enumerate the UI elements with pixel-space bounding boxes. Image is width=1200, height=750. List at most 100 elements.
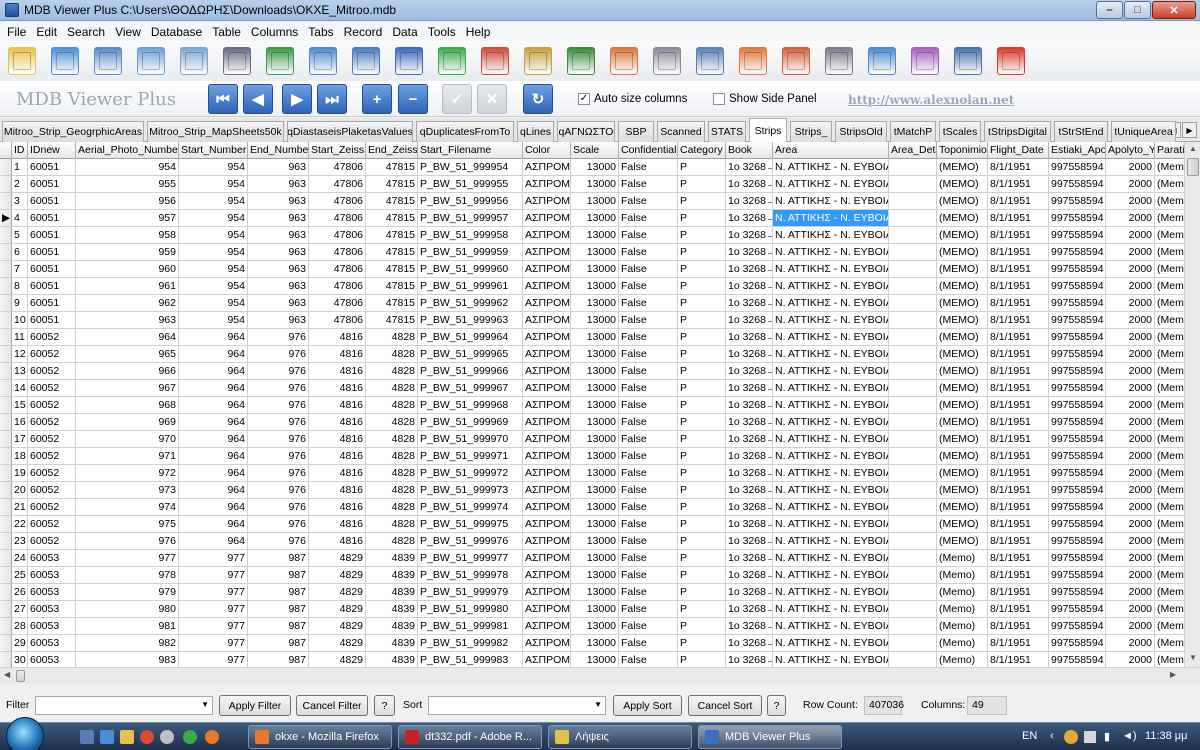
table-cell[interactable]: 2000 (1106, 295, 1155, 312)
post-edit-button[interactable]: ✓ (442, 84, 472, 114)
table-cell[interactable]: P_BW_51_999981 (418, 618, 523, 635)
table-cell[interactable]: P_BW_51_999982 (418, 635, 523, 652)
table-cell[interactable]: P (678, 431, 726, 448)
table-cell[interactable]: 954 (179, 193, 248, 210)
table-cell[interactable]: 2000 (1106, 312, 1155, 329)
column-header[interactable]: Confidential (619, 142, 678, 159)
table-row[interactable]: 16 60052 969 964 976 4816 4828 P_BW_51_999969 ΑΣ… (0, 414, 1184, 431)
table-cell[interactable]: 997558594 (1049, 261, 1106, 278)
table-cell[interactable]: 954 (179, 312, 248, 329)
row-indicator[interactable] (0, 550, 12, 567)
table-cell[interactable]: 8/1/1951 (988, 397, 1049, 414)
table-cell[interactable]: 963 (248, 278, 309, 295)
table-cell[interactable]: (MEMO) (937, 414, 988, 431)
table-cell[interactable]: 1o 3268→ (726, 567, 773, 584)
table-row[interactable]: 17 60052 970 964 976 4816 4828 P_BW_51_999970 ΑΣ… (0, 431, 1184, 448)
table-cell[interactable]: (MEMO) (937, 482, 988, 499)
table-cell[interactable]: 987 (248, 652, 309, 667)
table-cell[interactable]: 4816 (309, 414, 366, 431)
table-cell[interactable]: 13000 (571, 584, 619, 601)
table-cell[interactable]: 4829 (309, 584, 366, 601)
table-cell[interactable]: Ν. ΑΤΤΙΚΗΣ - Ν. ΕΥΒΟΙΑΣ (773, 227, 889, 244)
table-cell[interactable]: 1o 3268→ (726, 295, 773, 312)
table-cell[interactable]: 8/1/1951 (988, 448, 1049, 465)
table-cell[interactable]: 6 (12, 244, 28, 261)
table-cell[interactable]: ΑΣΠΡΟΜΑ (523, 312, 571, 329)
close-button[interactable]: ✕ (1152, 1, 1196, 19)
table-cell[interactable]: P (678, 465, 726, 482)
table-cell[interactable]: 4828 (366, 380, 418, 397)
table-cell[interactable]: False (619, 516, 678, 533)
table-cell[interactable]: (Memo (1155, 261, 1184, 278)
table-cell[interactable]: 977 (179, 618, 248, 635)
table-cell[interactable]: P_BW_51_999966 (418, 363, 523, 380)
table-cell[interactable]: (Memo (1155, 431, 1184, 448)
table-cell[interactable]: 4828 (366, 346, 418, 363)
table-cell[interactable]: ΑΣΠΡΟΜΑ (523, 533, 571, 550)
table-cell[interactable]: 969 (76, 414, 179, 431)
table-cell[interactable]: 4816 (309, 329, 366, 346)
table-cell[interactable]: 2000 (1106, 618, 1155, 635)
table-cell[interactable]: 26 (12, 584, 28, 601)
table-cell[interactable]: 4829 (309, 635, 366, 652)
table-cell[interactable]: 4839 (366, 601, 418, 618)
title-bar[interactable]: MDB Viewer Plus C:\Users\ΘΟΔΩΡΗΣ\Downloa… (0, 0, 1200, 21)
menu-columns[interactable]: Columns (246, 25, 303, 39)
table-cell[interactable]: 976 (248, 482, 309, 499)
table-cell[interactable]: 7 (12, 261, 28, 278)
table-cell[interactable]: 13000 (571, 601, 619, 618)
table-cell[interactable]: 980 (76, 601, 179, 618)
table-cell[interactable] (889, 227, 937, 244)
table-cell[interactable]: ΑΣΠΡΟΜΑ (523, 278, 571, 295)
table-cell[interactable]: 962 (76, 295, 179, 312)
table-cell[interactable]: 1o 3268→ (726, 278, 773, 295)
table-cell[interactable]: 1o 3268→ (726, 414, 773, 431)
table-cell[interactable]: P_BW_51_999964 (418, 329, 523, 346)
vertical-scrollbar[interactable]: ▲ ▼ (1184, 142, 1200, 667)
table-row[interactable]: 9 60051 962 954 963 47806 47815 P_BW_51_999962 Α… (0, 295, 1184, 312)
table-cell[interactable]: ΑΣΠΡΟΜΑ (523, 635, 571, 652)
column-header[interactable]: IDnew (28, 142, 76, 159)
columns-icon[interactable] (352, 47, 380, 75)
table-cell[interactable]: Ν. ΑΤΤΙΚΗΣ - Ν. ΕΥΒΟΙΑΣ (773, 618, 889, 635)
table-cell[interactable]: 13000 (571, 159, 619, 176)
table-cell[interactable]: 14 (12, 380, 28, 397)
table-cell[interactable]: False (619, 244, 678, 261)
table-cell[interactable]: 13000 (571, 465, 619, 482)
table-cell[interactable]: 964 (179, 516, 248, 533)
table-cell[interactable]: 1o 3268→ (726, 363, 773, 380)
table-cell[interactable]: Ν. ΑΤΤΙΚΗΣ - Ν. ΕΥΒΟΙΑΣ (773, 635, 889, 652)
table-cell[interactable]: 1o 3268→ (726, 397, 773, 414)
row-indicator[interactable]: ▶ (0, 210, 12, 227)
table-cell[interactable]: 8/1/1951 (988, 584, 1049, 601)
table-cell[interactable]: False (619, 312, 678, 329)
tab-scanned[interactable]: Scanned (657, 121, 705, 142)
table-cell[interactable] (889, 516, 937, 533)
table-cell[interactable]: 16 (12, 414, 28, 431)
table-cell[interactable]: 8/1/1951 (988, 312, 1049, 329)
table-cell[interactable]: 976 (248, 465, 309, 482)
table-cell[interactable]: 8/1/1951 (988, 159, 1049, 176)
table-cell[interactable]: 964 (179, 533, 248, 550)
scroll-thumb[interactable] (1187, 158, 1199, 176)
tab-sbp[interactable]: SBP (618, 121, 654, 142)
table-cell[interactable]: 23 (12, 533, 28, 550)
table-cell[interactable]: P (678, 193, 726, 210)
table-cell[interactable]: ΑΣΠΡΟΜΑ (523, 244, 571, 261)
properties-icon[interactable] (94, 47, 122, 75)
table-cell[interactable]: 60053 (28, 567, 76, 584)
row-indicator[interactable] (0, 533, 12, 550)
table-cell[interactable]: 60052 (28, 482, 76, 499)
table-cell[interactable]: 1o 3268→ (726, 584, 773, 601)
table-cell[interactable]: 982 (76, 635, 179, 652)
scroll-right-icon[interactable]: ▶ (1170, 670, 1176, 679)
table-cell[interactable]: 964 (179, 448, 248, 465)
scroll-left-icon[interactable]: ◀ (4, 670, 10, 679)
tables-icon[interactable] (309, 47, 337, 75)
table-cell[interactable]: (MEMO) (937, 244, 988, 261)
table-cell[interactable]: 997558594 (1049, 533, 1106, 550)
menu-search[interactable]: Search (62, 25, 110, 39)
table-cell[interactable]: False (619, 278, 678, 295)
table-cell[interactable]: ΑΣΠΡΟΜΑ (523, 567, 571, 584)
tray-app-icon[interactable] (1064, 730, 1078, 744)
